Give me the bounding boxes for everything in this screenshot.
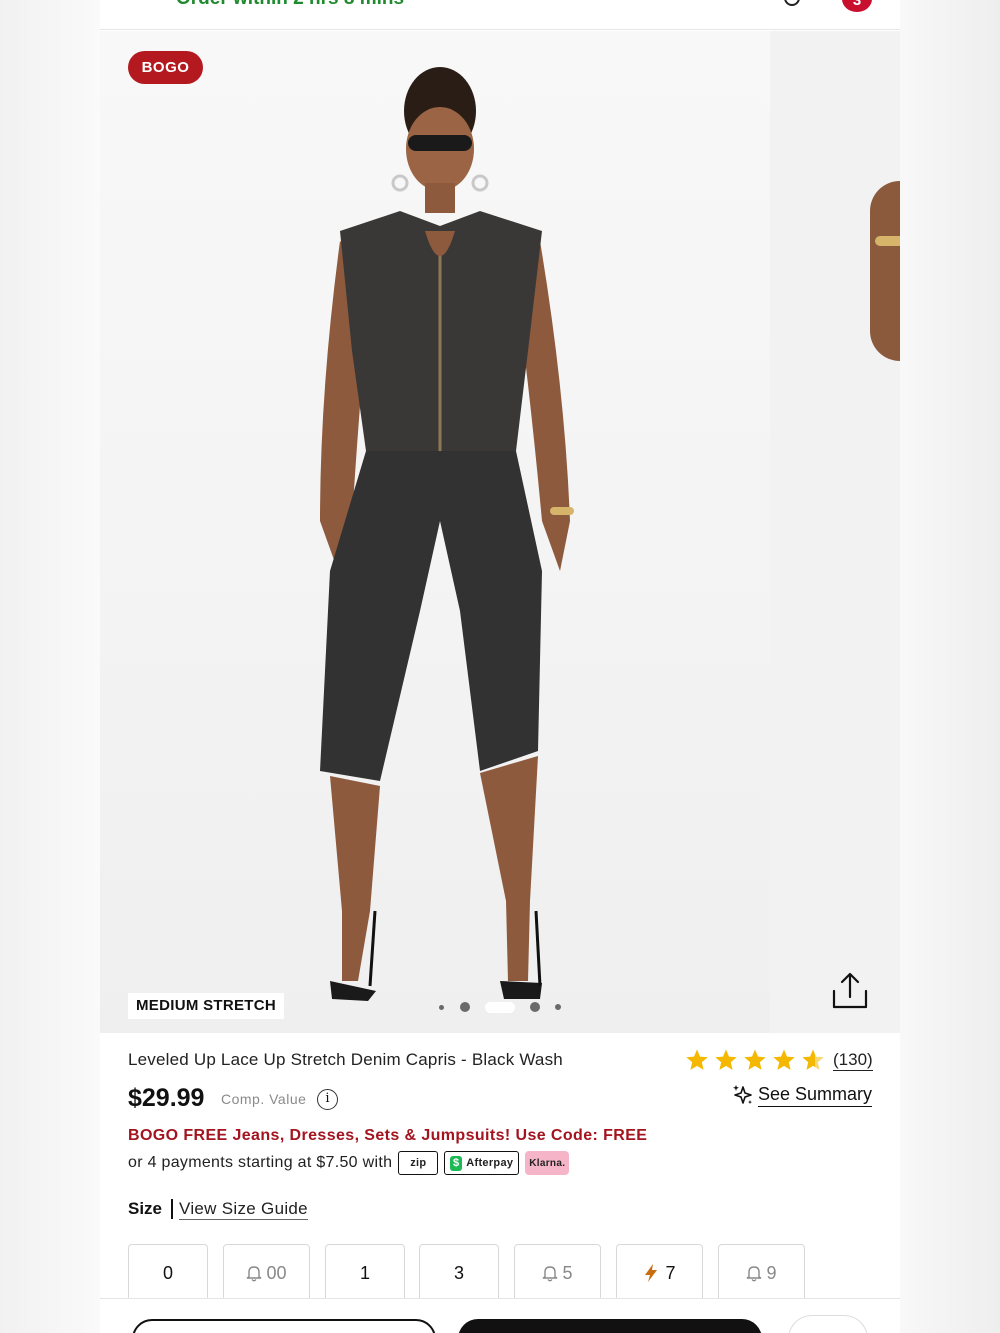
gallery-slide-next[interactable] — [770, 31, 900, 1033]
size-label: Size — [128, 1199, 163, 1218]
next-slide-bracelet — [875, 236, 900, 246]
top-bar: Order within 2 hrs 8 mins 3 — [100, 0, 900, 30]
bell-icon — [247, 1266, 262, 1282]
bell-icon — [747, 1266, 762, 1282]
size-option[interactable]: 00 — [223, 1244, 310, 1302]
see-summary-link[interactable]: See Summary — [732, 1082, 873, 1107]
search-icon[interactable] — [784, 0, 800, 6]
payments-text: or 4 payments starting at $7.50 with — [128, 1154, 393, 1171]
background-right — [900, 0, 1000, 1333]
size-option[interactable]: 7 — [616, 1244, 703, 1302]
secondary-action-button[interactable] — [132, 1319, 436, 1333]
size-option[interactable]: 3 — [419, 1244, 499, 1302]
next-slide-preview — [870, 181, 900, 361]
product-gallery[interactable]: BOGO MEDIUM STRETCH — [100, 31, 900, 1033]
comp-value-label: Comp. Value — [221, 1091, 307, 1107]
bag-count-badge[interactable]: 3 — [842, 0, 872, 12]
pagination-dot[interactable] — [460, 1002, 470, 1012]
pagination-dot[interactable] — [555, 1004, 561, 1010]
star-icon — [686, 1049, 708, 1070]
star-icon — [715, 1049, 737, 1070]
product-title: Leveled Up Lace Up Stretch Denim Capris … — [128, 1050, 563, 1069]
bogo-badge: BOGO — [128, 51, 203, 84]
size-option[interactable]: 0 — [128, 1244, 208, 1302]
wishlist-button[interactable] — [788, 1315, 868, 1333]
size-divider — [171, 1199, 173, 1219]
afterpay-badge[interactable]: $ Afterpay — [444, 1151, 520, 1175]
size-option-label: 9 — [766, 1262, 777, 1283]
product-page: Order within 2 hrs 8 mins 3 — [100, 0, 900, 1333]
add-to-bag-button[interactable] — [458, 1319, 762, 1333]
size-option-label: 00 — [266, 1262, 287, 1283]
size-option[interactable]: 1 — [325, 1244, 405, 1302]
lightning-icon — [645, 1264, 658, 1282]
payment-options: or 4 payments starting at $7.50 with zip… — [128, 1151, 570, 1175]
bottom-action-bar — [100, 1298, 900, 1333]
afterpay-logo-icon: $ — [450, 1155, 463, 1171]
size-option-label: 7 — [665, 1262, 676, 1283]
star-icon — [773, 1049, 795, 1070]
size-guide-link[interactable]: View Size Guide — [179, 1199, 308, 1220]
afterpay-label: Afterpay — [466, 1156, 514, 1169]
gallery-slide-main[interactable] — [100, 31, 770, 1033]
see-summary-label: See Summary — [758, 1082, 873, 1107]
size-option[interactable]: 9 — [718, 1244, 805, 1302]
info-icon[interactable]: i — [317, 1089, 338, 1110]
star-half-icon — [802, 1049, 824, 1070]
bell-icon — [543, 1266, 558, 1282]
sparkle-icon — [733, 1084, 752, 1104]
size-option-label: 0 — [162, 1262, 173, 1283]
klarna-badge[interactable]: Klarna. — [525, 1151, 570, 1175]
size-option-label: 5 — [562, 1262, 573, 1283]
size-option-label: 1 — [359, 1262, 370, 1283]
product-price: $29.99 — [128, 1084, 205, 1112]
promo-message: BOGO FREE Jeans, Dresses, Sets & Jumpsui… — [128, 1127, 648, 1144]
model-photo — [320, 67, 574, 1001]
gallery-pagination[interactable] — [435, 1001, 565, 1013]
size-option-label: 3 — [453, 1262, 464, 1283]
rating-stars[interactable]: (130) — [685, 1047, 873, 1073]
pagination-dot-active[interactable] — [485, 1002, 515, 1013]
background-left — [0, 0, 100, 1333]
order-timer: Order within 2 hrs 8 mins — [176, 0, 404, 10]
share-icon[interactable] — [830, 971, 870, 1011]
size-option[interactable]: 5 — [514, 1244, 601, 1302]
stretch-tag: MEDIUM STRETCH — [128, 993, 285, 1019]
pagination-dot[interactable] — [530, 1002, 540, 1012]
star-icon — [744, 1049, 766, 1070]
zip-badge[interactable]: zip — [398, 1151, 439, 1175]
review-count-link[interactable]: (130) — [833, 1050, 873, 1071]
pagination-dot[interactable] — [439, 1005, 444, 1010]
